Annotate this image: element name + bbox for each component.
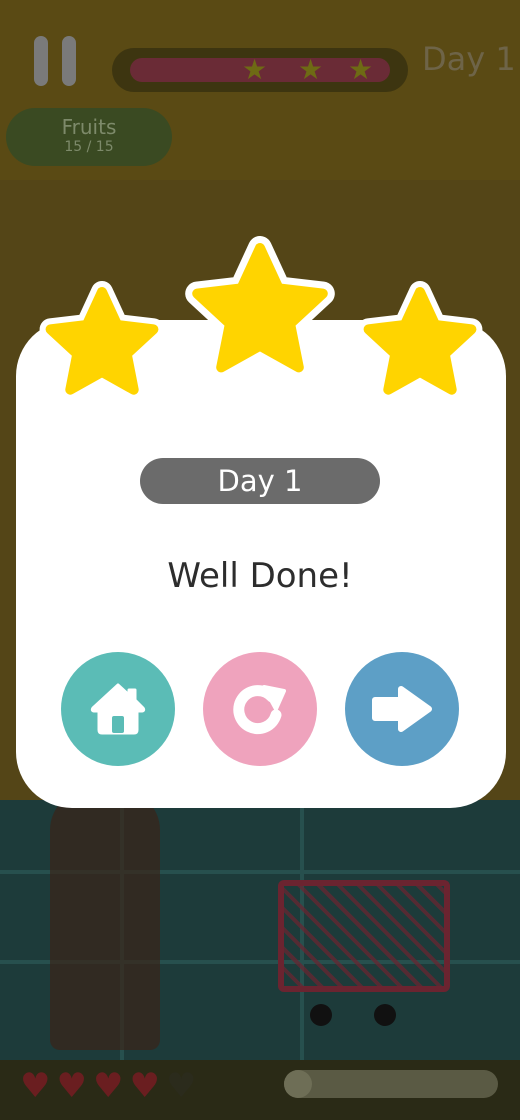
progress-star-icon: ★ <box>348 53 374 86</box>
heart-icon: ♥ <box>20 1066 51 1106</box>
heart-icon: ♥ <box>56 1066 87 1106</box>
fruits-counter: Fruits 15 / 15 <box>6 108 172 166</box>
heart-icon: ♥ <box>165 1066 197 1106</box>
slider-knob[interactable] <box>284 1070 312 1098</box>
heart-icon: ♥ <box>92 1066 124 1106</box>
star-left-icon <box>32 276 172 416</box>
progress-star-icon: ★ <box>242 53 268 86</box>
heart-icon: ♥ <box>129 1066 160 1106</box>
restart-button[interactable] <box>203 652 317 766</box>
hud-day-label: Day 1 <box>422 40 516 78</box>
star-right-icon <box>350 276 490 416</box>
next-arrow-icon <box>372 686 432 732</box>
home-icon <box>90 683 146 735</box>
progress-star-icon: ★ <box>298 53 324 86</box>
result-message: Well Done! <box>167 556 353 596</box>
slider-track[interactable] <box>284 1070 498 1098</box>
lives-hearts: ♥ ♥ ♥ ♥ ♥ <box>20 1066 202 1106</box>
next-button[interactable] <box>345 652 459 766</box>
shopper-figure <box>50 790 160 1050</box>
restart-icon <box>233 685 286 735</box>
fruits-count: 15 / 15 <box>64 139 114 155</box>
home-button[interactable] <box>61 652 175 766</box>
fruits-label: Fruits <box>61 115 117 139</box>
day-badge: Day 1 <box>140 458 380 504</box>
pause-button[interactable] <box>32 36 78 86</box>
shopping-cart <box>268 880 450 1026</box>
star-center-icon <box>178 232 342 396</box>
level-progress-bar: ★ ★ ★ <box>112 48 408 92</box>
